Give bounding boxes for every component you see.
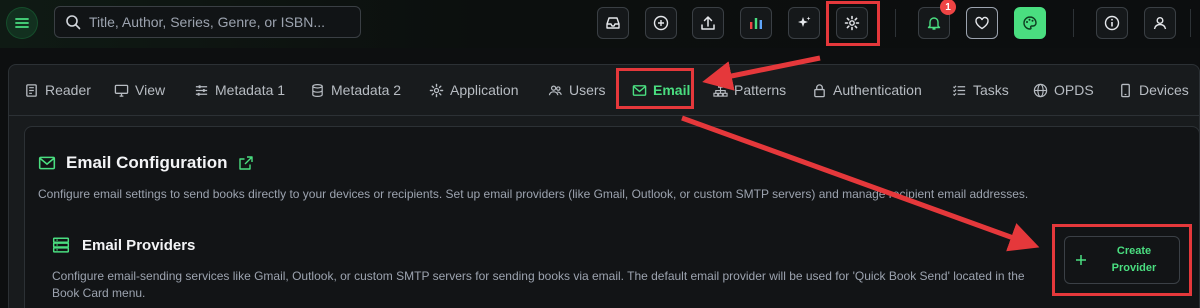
tab-label: View xyxy=(135,82,166,98)
phone-icon xyxy=(1121,83,1130,97)
envelope-icon xyxy=(38,156,56,170)
notification-badge: 1 xyxy=(940,0,956,15)
tab-label: OPDS xyxy=(1054,82,1094,98)
tab-devices[interactable]: Devices xyxy=(1118,64,1189,116)
settings-tabs: Reader View Metadata 1 Metadata 2 Applic… xyxy=(8,64,1200,116)
upload-button[interactable] xyxy=(692,7,724,39)
palette-icon xyxy=(1023,16,1037,30)
tab-label: Email xyxy=(653,82,691,98)
tab-view[interactable]: View xyxy=(114,64,165,116)
tab-label: Devices xyxy=(1139,82,1189,98)
tab-label: Authentication xyxy=(833,82,922,98)
tab-label: Tasks xyxy=(973,82,1009,98)
plus-icon xyxy=(1076,255,1086,265)
tab-patterns[interactable]: Patterns xyxy=(713,64,786,116)
add-button[interactable] xyxy=(645,7,677,39)
tab-metadata-2[interactable]: Metadata 2 xyxy=(310,64,401,116)
sliders-icon xyxy=(195,84,208,96)
search-icon xyxy=(66,15,81,30)
tab-label: Users xyxy=(569,82,606,98)
section-title: Email Configuration xyxy=(66,153,228,172)
monitor-icon xyxy=(114,84,129,97)
inbox-button[interactable] xyxy=(597,7,629,39)
sparkles-icon xyxy=(798,16,811,27)
create-label-line1: Create xyxy=(1116,245,1152,257)
tab-metadata-1[interactable]: Metadata 1 xyxy=(194,64,285,116)
toolbar-divider xyxy=(1073,9,1074,37)
inbox-icon xyxy=(606,17,620,29)
plus-circle-icon xyxy=(653,15,669,31)
sitemap-icon xyxy=(713,83,728,97)
tab-label: Application xyxy=(450,82,519,98)
search-input[interactable] xyxy=(89,14,349,30)
info-icon xyxy=(1104,15,1120,31)
magic-button[interactable] xyxy=(788,7,820,39)
server-list-icon xyxy=(52,237,70,253)
gear-icon xyxy=(429,83,444,97)
menu-icon xyxy=(15,18,29,28)
theme-button[interactable] xyxy=(1014,7,1046,39)
database-icon xyxy=(312,83,323,97)
toolbar-divider xyxy=(895,9,896,37)
top-bar: 1 xyxy=(0,0,1200,48)
stats-button[interactable] xyxy=(740,7,772,39)
search-box[interactable] xyxy=(54,6,361,38)
menu-button[interactable] xyxy=(6,7,38,39)
lock-icon xyxy=(814,83,825,97)
user-icon xyxy=(1153,17,1167,30)
bell-icon xyxy=(927,17,941,30)
section-header: Email Configuration xyxy=(38,153,254,173)
tab-label: Patterns xyxy=(734,82,787,98)
tab-label: Metadata 2 xyxy=(331,82,402,98)
book-icon xyxy=(26,83,37,97)
tab-label: Reader xyxy=(45,82,91,98)
toolbar-divider xyxy=(1190,9,1191,37)
tab-reader[interactable]: Reader xyxy=(24,64,91,116)
external-link-icon[interactable] xyxy=(238,155,254,171)
providers-description: Configure email-sending services like Gm… xyxy=(52,269,1025,300)
heart-icon xyxy=(975,16,989,30)
tab-opds[interactable]: OPDS xyxy=(1033,64,1094,116)
tab-tasks[interactable]: Tasks xyxy=(952,64,1009,116)
tab-email[interactable]: Email xyxy=(632,64,690,116)
profile-button[interactable] xyxy=(1144,7,1176,39)
globe-icon xyxy=(1033,83,1048,97)
providers-title: Email Providers xyxy=(82,236,196,254)
tab-authentication[interactable]: Authentication xyxy=(812,64,922,116)
tab-users[interactable]: Users xyxy=(548,64,606,116)
gear-icon xyxy=(844,15,860,31)
envelope-icon xyxy=(632,84,647,96)
stats-icon xyxy=(750,18,762,29)
list-icon xyxy=(953,84,966,96)
section-description: Configure email settings to send books d… xyxy=(38,187,1029,201)
upload-icon xyxy=(701,16,715,30)
providers-header: Email Providers xyxy=(52,236,195,254)
about-button[interactable] xyxy=(1096,7,1128,39)
settings-button[interactable] xyxy=(836,7,868,39)
create-label-line2: Provider xyxy=(1111,262,1157,274)
users-icon xyxy=(548,84,562,95)
create-provider-button[interactable]: Create Provider xyxy=(1064,236,1180,284)
tab-application[interactable]: Application xyxy=(429,64,519,116)
favorites-button[interactable] xyxy=(966,7,998,39)
tab-label: Metadata 1 xyxy=(215,82,286,98)
